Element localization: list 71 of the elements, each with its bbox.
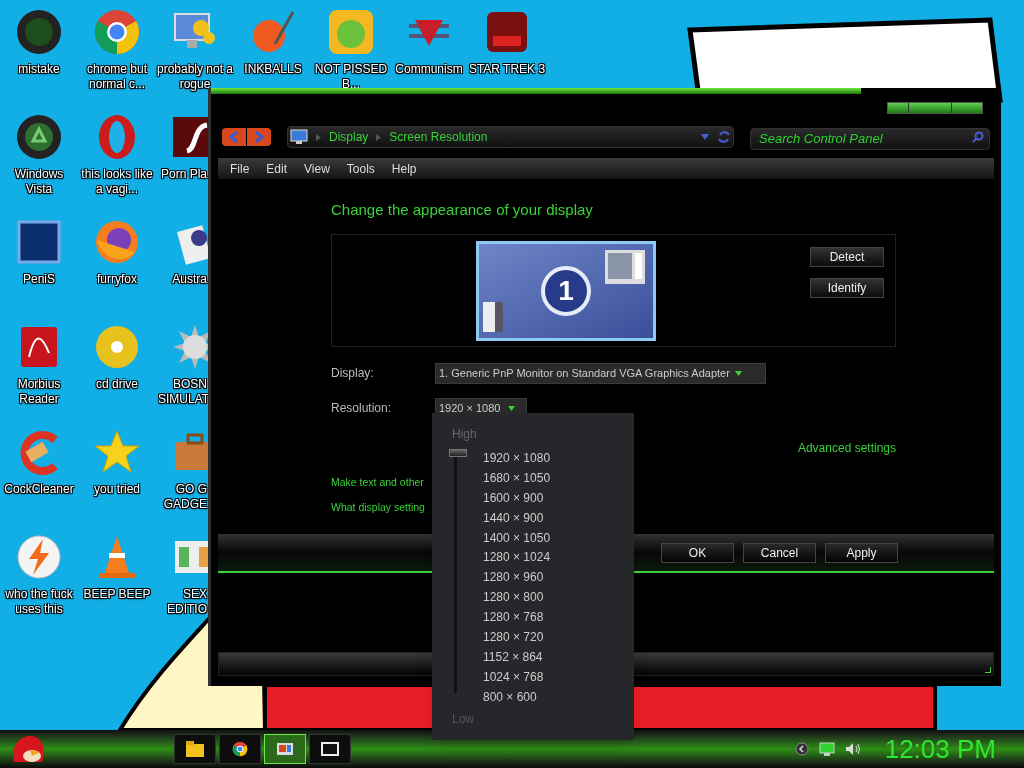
advanced-settings-link[interactable]: Advanced settings: [797, 438, 896, 457]
refresh-icon[interactable]: [717, 130, 731, 144]
star-icon: [93, 428, 141, 476]
monitor-icon: [290, 129, 308, 145]
square-icon: [15, 218, 63, 266]
resolution-option[interactable]: 1024 × 768: [483, 667, 551, 688]
breadcrumb-item[interactable]: Screen Resolution: [389, 128, 488, 146]
resolution-option[interactable]: 1400 × 1050: [483, 528, 551, 549]
resolution-option[interactable]: 1680 × 1050: [483, 468, 551, 489]
resolution-option[interactable]: 1280 × 800: [483, 588, 551, 609]
breadcrumb-item[interactable]: Display: [329, 128, 369, 146]
resolution-value: 1920 × 1080: [439, 400, 501, 416]
monitor-number: 1: [541, 265, 591, 316]
show-hidden-icons-icon[interactable]: [794, 742, 809, 756]
address-bar[interactable]: Display Screen Resolution: [287, 126, 734, 148]
caret-icon: [734, 370, 742, 376]
folder-icon: [186, 741, 204, 757]
browser-icon: [232, 741, 248, 757]
caret-icon: [508, 405, 516, 411]
resolution-label: Resolution:: [331, 400, 393, 417]
network-icon[interactable]: [818, 742, 835, 756]
display-label: Display:: [331, 365, 375, 382]
side-button[interactable]: Identify: [810, 277, 884, 298]
resolution-option[interactable]: 1920 × 1080: [483, 449, 551, 469]
chevron-icon: [376, 133, 382, 141]
slider-thumb[interactable]: [449, 449, 467, 457]
window-thumbnail-icon: [483, 301, 503, 332]
resolution-option[interactable]: 1280 × 768: [483, 608, 551, 628]
dropdown-caret-icon: [701, 134, 709, 140]
speaker-icon[interactable]: [844, 742, 861, 756]
menu-item[interactable]: Edit: [266, 159, 288, 178]
monitor-preview[interactable]: 1: [476, 240, 656, 341]
window-thumbnail-icon: [605, 249, 645, 284]
dialog-button[interactable]: OK: [661, 542, 734, 563]
minimize-button[interactable]: [888, 103, 908, 113]
resize-grip-icon[interactable]: [985, 667, 991, 673]
menu-item[interactable]: File: [230, 159, 250, 178]
menu-item[interactable]: Tools: [346, 159, 375, 178]
close-button[interactable]: [952, 103, 982, 113]
display-value: 1. Generic PnP Monitor on Standard VGA Graphics Adapter: [439, 365, 730, 381]
resolution-option[interactable]: 1280 × 1024: [483, 548, 551, 569]
resolution-option[interactable]: 1280 × 720: [483, 628, 551, 648]
dialog-button[interactable]: Apply: [825, 542, 898, 563]
page-heading: Change the appearance of your display: [331, 200, 594, 220]
archive-icon: [321, 742, 339, 756]
side-button[interactable]: Detect: [810, 246, 884, 267]
high-label: High: [452, 426, 478, 443]
clock[interactable]: 12:03 PM: [884, 729, 996, 768]
taskbar-button[interactable]: [309, 734, 351, 764]
display-dropdown[interactable]: 1. Generic PnP Monitor on Standard VGA Graphics Adapter: [435, 362, 766, 384]
resolution-option[interactable]: 1600 × 900: [483, 488, 551, 509]
maximize-button[interactable]: [908, 103, 952, 113]
taskbar-button[interactable]: [219, 734, 261, 764]
browser-icon: [93, 8, 141, 56]
search-field[interactable]: Search Control Panel: [750, 127, 990, 150]
resolution-option[interactable]: 1280 × 960: [483, 568, 551, 589]
resolution-option[interactable]: 1440 × 900: [483, 508, 551, 529]
help-link[interactable]: What display setting: [331, 500, 425, 516]
dialog-button[interactable]: Cancel: [743, 542, 816, 563]
menu-item[interactable]: Help: [391, 159, 417, 178]
taskbar-button[interactable]: [174, 734, 216, 764]
chevron-icon: [316, 133, 321, 141]
resolution-option[interactable]: 800 × 600: [483, 687, 551, 708]
lightning-icon: [15, 533, 63, 581]
disc-icon: [93, 323, 141, 371]
control-panel-icon: [276, 741, 294, 757]
orb-icon: [15, 8, 63, 56]
menu-item[interactable]: View: [304, 159, 330, 178]
search-icon: [972, 131, 984, 143]
help-link[interactable]: Make text and other: [331, 474, 424, 491]
resolution-option[interactable]: 1152 × 864: [483, 647, 551, 668]
